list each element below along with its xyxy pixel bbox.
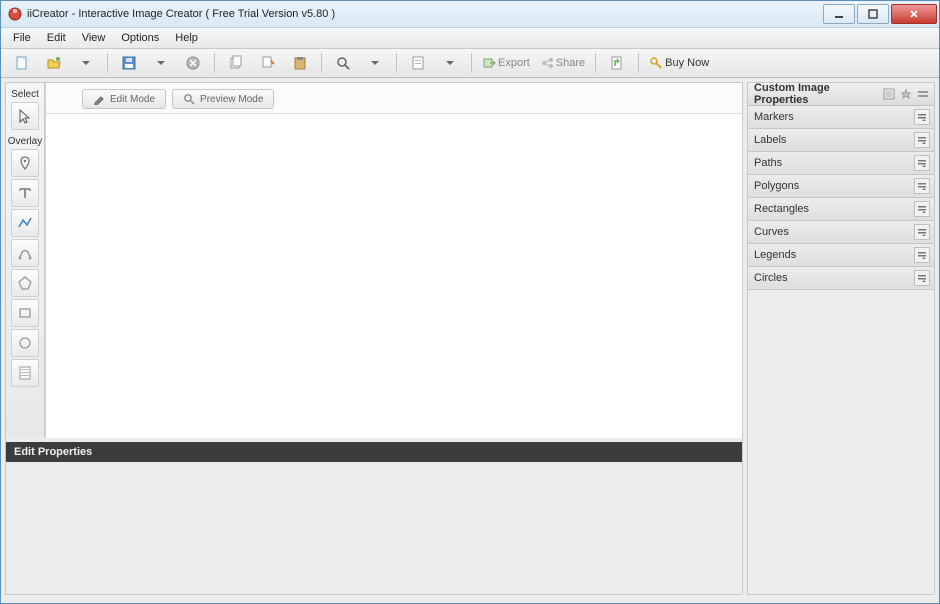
panel-icon-2[interactable]: [899, 87, 913, 101]
tool-circle[interactable]: [11, 329, 39, 357]
right-panel-fill: [748, 290, 934, 594]
section-polygons-label: Polygons: [754, 180, 799, 192]
app-icon: [7, 6, 23, 22]
edit-mode-button[interactable]: Edit Mode: [82, 89, 166, 109]
tool-rectangle[interactable]: [11, 299, 39, 327]
close-button[interactable]: [891, 4, 937, 24]
section-labels[interactable]: Labels: [748, 129, 934, 152]
tool-text[interactable]: [11, 179, 39, 207]
app-window: iiCreator - Interactive Image Creator ( …: [0, 0, 940, 604]
section-circles-action[interactable]: [914, 270, 930, 286]
edit-properties-body: [6, 462, 742, 594]
section-circles-label: Circles: [754, 272, 788, 284]
main-toolbar: Export Share Buy Now: [1, 49, 939, 78]
paste-button[interactable]: [285, 51, 315, 75]
section-labels-label: Labels: [754, 134, 786, 146]
refresh-button[interactable]: [602, 51, 632, 75]
cut-button[interactable]: [253, 51, 283, 75]
menu-view[interactable]: View: [74, 28, 114, 48]
export-button[interactable]: Export: [478, 51, 534, 75]
open-dropdown[interactable]: [71, 51, 101, 75]
section-rectangles-label: Rectangles: [754, 203, 809, 215]
tool-pointer[interactable]: [11, 102, 39, 130]
tool-strip: Select Overlay: [6, 83, 45, 438]
toolstrip-select-label: Select: [11, 89, 39, 100]
buy-now-button[interactable]: Buy Now: [645, 51, 713, 75]
menu-edit[interactable]: Edit: [39, 28, 74, 48]
section-markers-action[interactable]: [914, 109, 930, 125]
section-curves-action[interactable]: [914, 224, 930, 240]
export-icon: [482, 56, 496, 70]
panel-icon-1[interactable]: [882, 87, 896, 101]
edit-mode-label: Edit Mode: [110, 94, 155, 105]
page-dropdown[interactable]: [435, 51, 465, 75]
section-circles[interactable]: Circles: [748, 267, 934, 290]
open-button[interactable]: [39, 51, 69, 75]
right-panel: Custom Image Properties Markers Labels: [747, 82, 935, 595]
title-bar: iiCreator - Interactive Image Creator ( …: [1, 1, 939, 28]
section-markers[interactable]: Markers: [748, 106, 934, 129]
section-labels-action[interactable]: [914, 132, 930, 148]
tool-legend[interactable]: [11, 359, 39, 387]
share-icon: [540, 56, 554, 70]
section-legends-label: Legends: [754, 249, 796, 261]
preview-mode-label: Preview Mode: [200, 94, 263, 105]
section-legends[interactable]: Legends: [748, 244, 934, 267]
tool-polygon[interactable]: [11, 269, 39, 297]
export-label: Export: [498, 57, 530, 69]
toolstrip-overlay-label: Overlay: [8, 136, 42, 147]
magnify-icon: [183, 93, 195, 105]
section-markers-label: Markers: [754, 111, 794, 123]
section-curves-label: Curves: [754, 226, 789, 238]
right-panel-header-label: Custom Image Properties: [754, 82, 882, 106]
tool-marker[interactable]: [11, 149, 39, 177]
canvas-area: Edit Mode Preview Mode: [45, 83, 742, 438]
menu-file[interactable]: File: [5, 28, 39, 48]
section-legends-action[interactable]: [914, 247, 930, 263]
delete-button[interactable]: [178, 51, 208, 75]
copy-button[interactable]: [221, 51, 251, 75]
section-paths-label: Paths: [754, 157, 782, 169]
section-curves[interactable]: Curves: [748, 221, 934, 244]
section-paths-action[interactable]: [914, 155, 930, 171]
canvas[interactable]: [46, 114, 742, 438]
buy-now-label: Buy Now: [665, 57, 709, 69]
save-dropdown[interactable]: [146, 51, 176, 75]
right-panel-header[interactable]: Custom Image Properties: [748, 83, 934, 106]
page-button[interactable]: [403, 51, 433, 75]
pencil-icon: [93, 93, 105, 105]
window-title: iiCreator - Interactive Image Creator ( …: [27, 8, 823, 20]
panel-icon-3[interactable]: [916, 87, 930, 101]
section-rectangles-action[interactable]: [914, 201, 930, 217]
zoom-dropdown[interactable]: [360, 51, 390, 75]
new-button[interactable]: [7, 51, 37, 75]
preview-mode-button[interactable]: Preview Mode: [172, 89, 274, 109]
tool-path[interactable]: [11, 209, 39, 237]
share-button[interactable]: Share: [536, 51, 589, 75]
main-layout: Select Overlay: [1, 78, 939, 603]
menu-options[interactable]: Options: [113, 28, 167, 48]
minimize-button[interactable]: [823, 4, 855, 24]
section-polygons[interactable]: Polygons: [748, 175, 934, 198]
edit-properties-panel: Edit Properties: [6, 442, 742, 594]
save-button[interactable]: [114, 51, 144, 75]
key-icon: [649, 56, 663, 70]
tool-curve[interactable]: [11, 239, 39, 267]
menu-help[interactable]: Help: [167, 28, 206, 48]
section-rectangles[interactable]: Rectangles: [748, 198, 934, 221]
zoom-button[interactable]: [328, 51, 358, 75]
maximize-button[interactable]: [857, 4, 889, 24]
section-polygons-action[interactable]: [914, 178, 930, 194]
share-label: Share: [556, 57, 585, 69]
edit-properties-header: Edit Properties: [6, 442, 742, 462]
menu-bar: File Edit View Options Help: [1, 28, 939, 49]
mode-bar: Edit Mode Preview Mode: [46, 83, 742, 114]
section-paths[interactable]: Paths: [748, 152, 934, 175]
